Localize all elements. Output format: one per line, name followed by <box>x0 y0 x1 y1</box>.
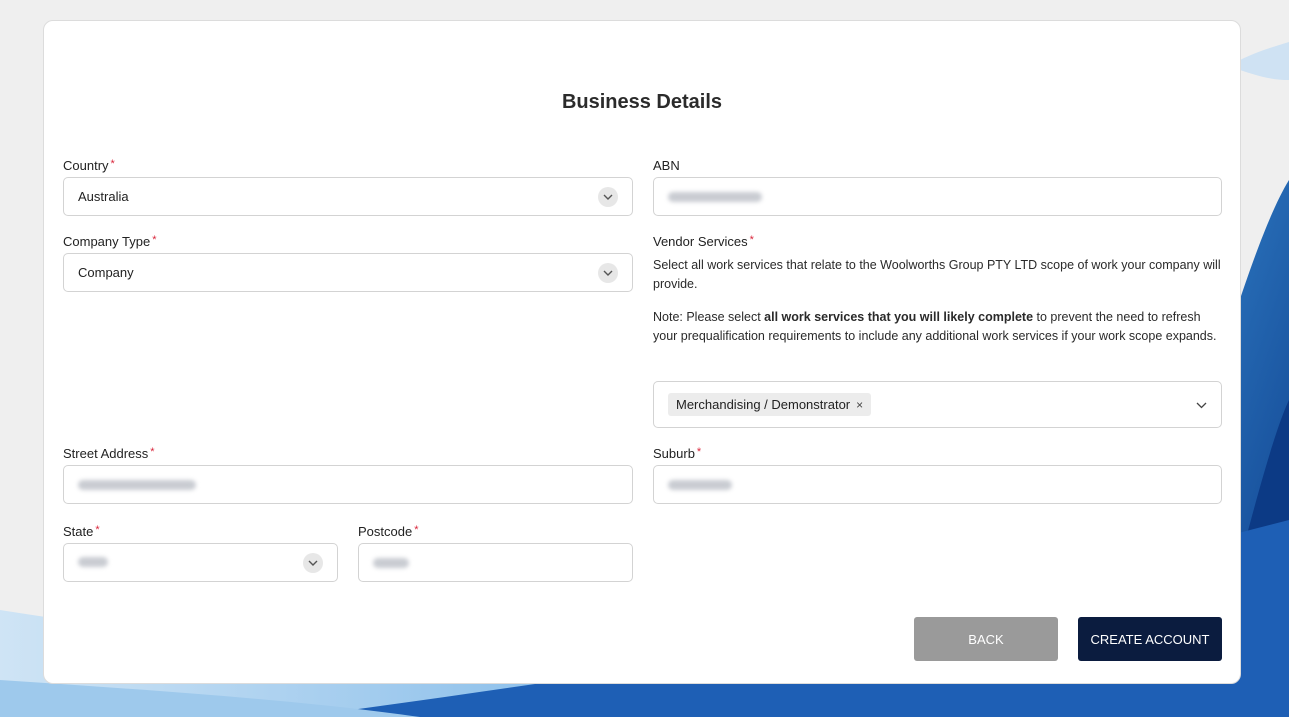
chevron-down-icon[interactable] <box>598 186 618 207</box>
suburb-label-text: Suburb <box>653 446 695 461</box>
state-value <box>78 555 303 570</box>
chip-label: Merchandising / Demonstrator <box>676 397 851 412</box>
company-type-label-text: Company Type <box>63 234 151 249</box>
vendor-services-label: Vendor Services * <box>653 234 754 249</box>
suburb-label: Suburb * <box>653 446 701 461</box>
note-emphasis: all work services that you will likely c… <box>764 310 1034 324</box>
street-address-label: Street Address * <box>63 446 155 461</box>
required-mark: * <box>749 234 754 246</box>
required-mark: * <box>152 234 157 246</box>
redacted-value <box>373 557 409 568</box>
company-type-select[interactable]: Company <box>63 253 633 292</box>
required-mark: * <box>696 446 702 458</box>
redacted-value <box>78 479 196 490</box>
close-icon[interactable]: × <box>856 398 863 412</box>
selected-service-chip: Merchandising / Demonstrator × <box>668 393 872 416</box>
company-type-value: Company <box>78 265 134 280</box>
postcode-input[interactable] <box>358 543 633 582</box>
vendor-services-multiselect[interactable]: Merchandising / Demonstrator × <box>653 381 1222 428</box>
state-select[interactable] <box>63 543 338 582</box>
postcode-label-text: Postcode <box>358 524 413 539</box>
country-label-text: Country <box>63 158 109 173</box>
company-type-label: Company Type * <box>63 234 156 249</box>
redacted-value <box>78 557 108 567</box>
page-title: Business Details <box>561 91 723 113</box>
abn-input[interactable] <box>653 177 1222 216</box>
country-select[interactable]: Australia <box>63 177 633 216</box>
redacted-value <box>668 191 762 202</box>
abn-label-text: ABN <box>653 158 680 173</box>
abn-label: ABN <box>653 158 680 173</box>
postcode-label: Postcode * <box>358 524 418 539</box>
chevron-down-icon[interactable] <box>303 552 323 573</box>
required-mark: * <box>414 524 419 536</box>
note-prefix: Note: Please select <box>653 310 765 324</box>
country-label: Country * <box>63 158 115 173</box>
redacted-value <box>668 479 732 490</box>
suburb-input[interactable] <box>653 465 1222 504</box>
chevron-down-icon[interactable] <box>1196 396 1207 414</box>
vendor-services-help: Select all work services that relate to … <box>653 258 1221 291</box>
vendor-services-label-text: Vendor Services <box>653 234 748 249</box>
back-button[interactable]: BACK <box>914 617 1058 661</box>
street-address-label-text: Street Address <box>63 446 149 461</box>
required-mark: * <box>95 524 100 536</box>
country-value: Australia <box>78 189 129 204</box>
vendor-services-note: Note: Please select all work services th… <box>653 308 1223 346</box>
state-label-text: State <box>63 524 94 539</box>
business-details-card: Business Details Country * Australia ABN … <box>43 20 1241 684</box>
state-label: State * <box>63 524 100 539</box>
chevron-down-icon[interactable] <box>598 262 618 283</box>
create-account-button[interactable]: CREATE ACCOUNT <box>1078 617 1222 661</box>
required-mark: * <box>150 446 155 458</box>
street-address-input[interactable] <box>63 465 633 504</box>
required-mark: * <box>110 158 115 170</box>
